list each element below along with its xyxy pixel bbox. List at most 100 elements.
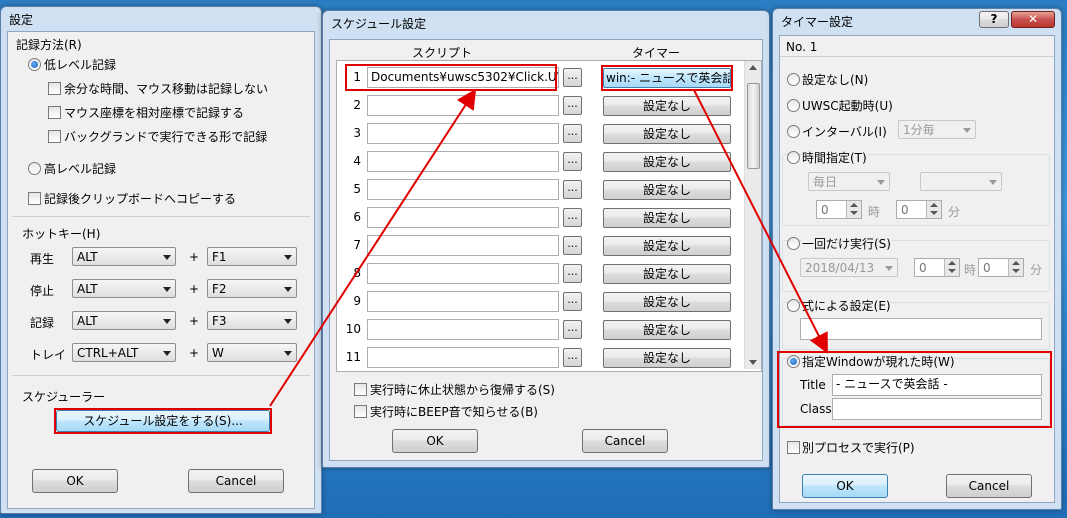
cancel-button[interactable]: Cancel [188,469,284,493]
timer-button[interactable]: 設定なし [603,124,731,144]
radio-high-level[interactable] [28,162,41,175]
timer-button[interactable]: 設定なし [603,180,731,200]
time-hour-spinner[interactable]: 0 [816,200,862,219]
script-path-input[interactable] [367,319,559,340]
checkbox-skip-idle[interactable] [48,82,61,95]
browse-button[interactable]: ... [563,236,582,255]
browse-button[interactable]: ... [563,348,582,367]
ok-button[interactable]: OK [32,469,118,493]
hotkey-modifier-select[interactable]: ALT [72,247,176,266]
spinner-arrows-icon[interactable] [944,259,959,276]
radio-once[interactable] [787,237,800,250]
annotation-highlight [777,351,1052,428]
hotkey-key-select[interactable]: F2 [207,279,297,298]
divider [12,216,310,217]
cancel-button[interactable]: Cancel [946,474,1032,498]
radio-once-label: 一回だけ実行(S) [802,235,891,252]
browse-button[interactable]: ... [563,292,582,311]
browse-button[interactable]: ... [563,68,582,87]
spinner-arrows-icon[interactable] [1008,259,1023,276]
hotkey-modifier-select[interactable]: ALT [72,279,176,298]
hotkey-key-select[interactable]: F3 [207,311,297,330]
browse-button[interactable]: ... [563,208,582,227]
close-icon: ✕ [1027,12,1039,26]
browse-button[interactable]: ... [563,152,582,171]
schedule-row: 10... 設定なし [337,319,745,341]
radio-interval[interactable] [787,125,800,138]
browse-button[interactable]: ... [563,264,582,283]
ok-button[interactable]: OK [802,474,888,498]
checkbox-copy-clipboard[interactable] [28,192,41,205]
timer-button[interactable]: 設定なし [603,292,731,312]
scroll-down-icon[interactable] [749,360,757,365]
once-hour-spinner[interactable]: 0 [914,258,960,277]
checkbox-beep[interactable] [354,405,367,418]
chevron-down-icon [284,319,292,324]
plus-sign: + [189,282,200,296]
radio-low-level[interactable] [28,58,41,71]
script-path-input[interactable] [367,347,559,368]
timer-button[interactable]: 設定なし [603,320,731,340]
timer-button[interactable]: 設定なし [603,264,731,284]
timer-button[interactable]: 設定なし [603,96,731,116]
column-header-timer: タイマー [632,46,681,60]
schedule-row: 1 Documents¥uwsc5302¥Click.UWS... win:- ニュ… [337,64,745,91]
time-minute-spinner[interactable]: 0 [896,200,942,219]
close-button[interactable]: ✕ [1011,11,1055,28]
spinner-arrows-icon[interactable] [926,201,941,218]
scroll-up-icon[interactable] [749,65,757,70]
row-number: 3 [353,126,361,140]
radio-boot[interactable] [787,99,800,112]
timer-button[interactable]: 設定なし [603,236,731,256]
hotkey-modifier-select[interactable]: ALT [72,311,176,330]
script-path-input[interactable] [367,235,559,256]
settings-client: 記録方法(R) 低レベル記録 余分な時間、マウス移動は記録しない マウス座標を相… [7,31,315,509]
once-minute-spinner[interactable]: 0 [978,258,1024,277]
script-path-input[interactable] [367,263,559,284]
timer-button[interactable]: 設定なし [603,208,731,228]
time-extra-select[interactable] [920,172,1002,191]
script-path-input[interactable] [367,179,559,200]
minute-unit: 分 [948,205,961,219]
hotkey-key-select[interactable]: W [207,343,297,362]
checkbox-background[interactable] [48,130,61,143]
checkbox-resume[interactable] [354,383,367,396]
radio-none[interactable] [787,73,800,86]
browse-button[interactable]: ... [563,124,582,143]
browse-button[interactable]: ... [563,180,582,199]
scroll-thumb[interactable] [747,83,760,169]
expression-input[interactable] [800,318,1042,340]
row-number: 11 [345,350,361,364]
once-date-picker[interactable]: 2018/04/13 [800,258,898,277]
interval-select[interactable]: 1分毎 [898,120,976,139]
chevron-down-icon [284,351,292,356]
hotkey-modifier-select[interactable]: CTRL+ALT [72,343,176,362]
script-path-input[interactable] [367,151,559,172]
script-path-input[interactable] [367,291,559,312]
ok-button[interactable]: OK [392,429,478,453]
timer-button[interactable]: 設定なし [603,348,731,368]
checkbox-separate-process[interactable] [787,441,800,454]
checkbox-background-label: バックグランドで実行できる形で記録 [64,130,268,144]
hotkey-key-select[interactable]: F1 [207,247,297,266]
time-day-value: 毎日 [813,175,838,189]
radio-time[interactable] [787,151,800,164]
script-path-input[interactable] [367,123,559,144]
hotkey-group-label: ホットキー(H) [22,227,101,241]
timer-button[interactable]: 設定なし [603,152,731,172]
annotation-highlight [601,65,733,91]
chevron-down-icon [163,319,171,324]
checkbox-relative-coords[interactable] [48,106,61,119]
radio-expression[interactable] [787,299,800,312]
time-day-select[interactable]: 毎日 [808,172,890,191]
spinner-arrows-icon[interactable] [846,201,861,218]
help-button[interactable]: ? [979,11,1009,28]
vertical-scrollbar[interactable] [744,61,761,369]
timer-client: No. 1 設定なし(N) UWSC起動時(U) インターバル(I) 1分毎 時… [777,35,1055,503]
browse-button[interactable]: ... [563,320,582,339]
browse-button[interactable]: ... [563,96,582,115]
script-path-input[interactable] [367,95,559,116]
cancel-button[interactable]: Cancel [582,429,668,453]
divider [12,375,310,376]
script-path-input[interactable] [367,207,559,228]
